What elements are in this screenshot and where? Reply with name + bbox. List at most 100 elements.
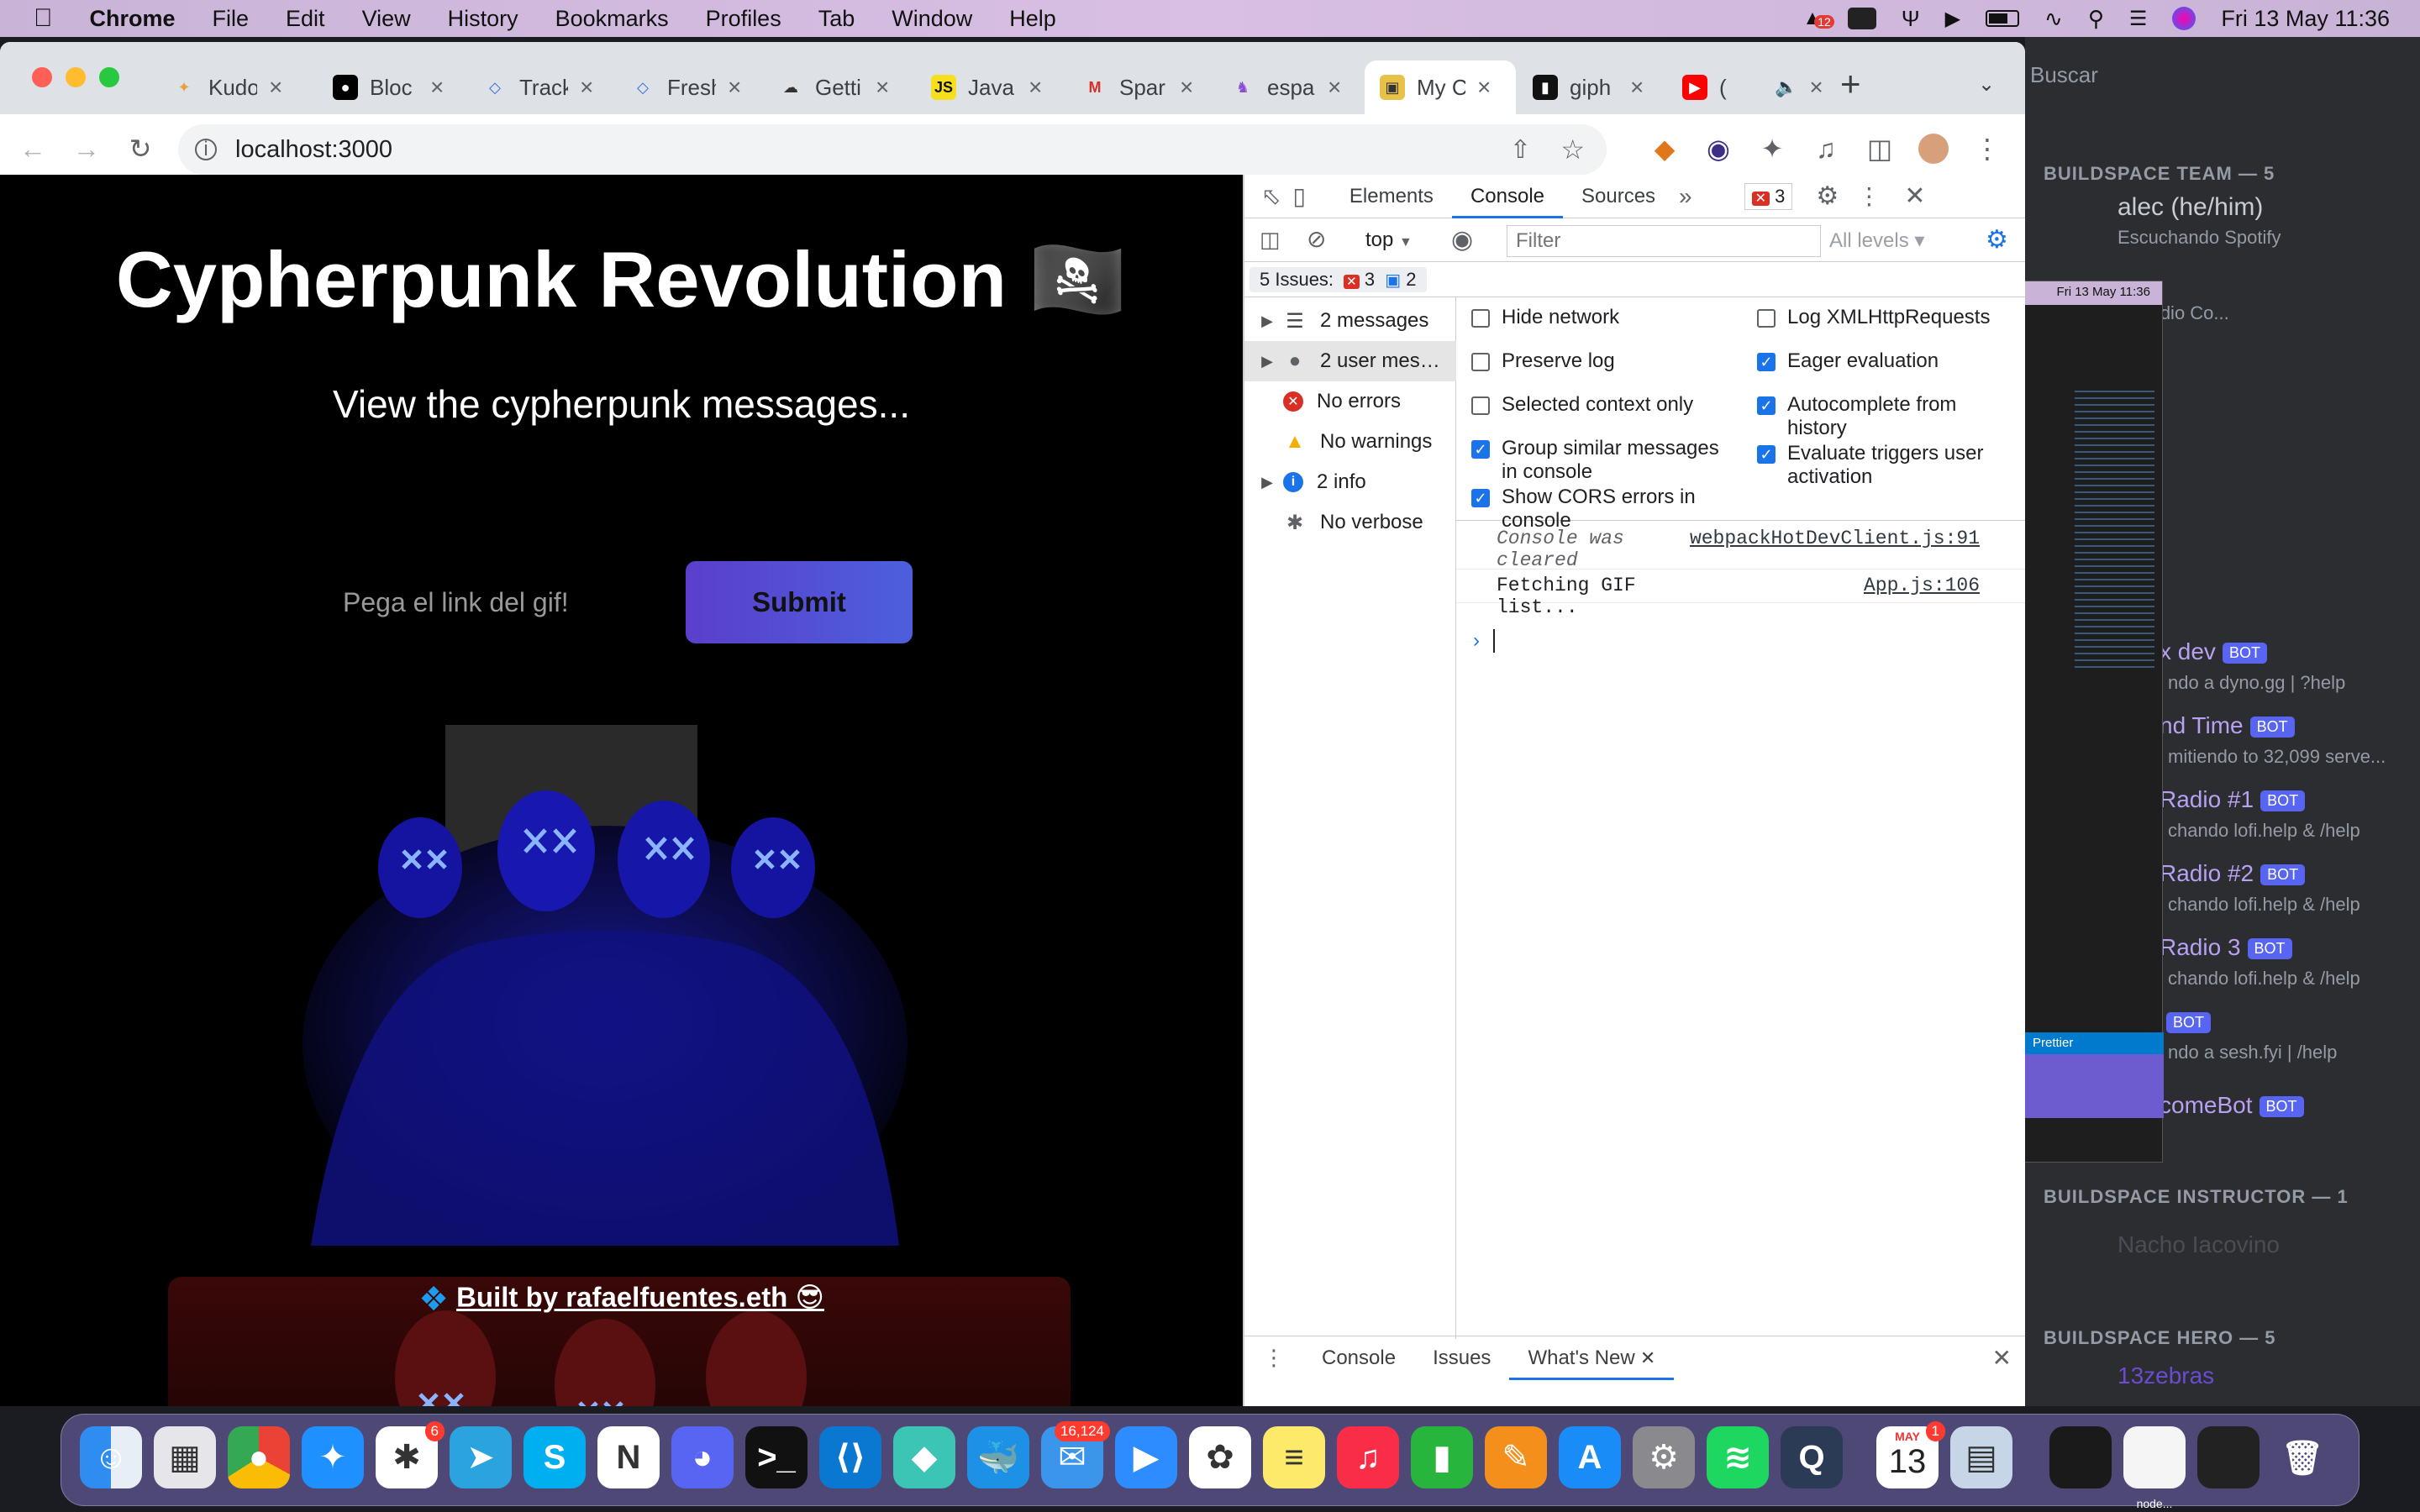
tab-4[interactable]: ☁ Getti × — [763, 60, 911, 114]
launchpad-icon[interactable]: ▦ — [154, 1426, 216, 1488]
back-arrow-icon[interactable]: ← — [13, 129, 52, 168]
side-panel-icon[interactable]: ◫ — [1860, 129, 1899, 168]
preview-icon[interactable]: ▤ — [1950, 1426, 2012, 1488]
member-name[interactable]: 13zebras — [2118, 1362, 2214, 1389]
notes-icon[interactable]: ≡ — [1263, 1426, 1325, 1488]
devtools-menu-icon[interactable]: ⋮ — [1857, 182, 1881, 210]
site-info-icon[interactable]: i — [195, 138, 217, 160]
message-source-link[interactable]: App.js:106 — [1864, 575, 1980, 596]
devtools-tab-sources[interactable]: Sources — [1563, 175, 1674, 218]
control-center-icon[interactable]: ☰ — [2129, 7, 2148, 31]
console-message[interactable]: Fetching GIF list... App.js:106 — [1456, 570, 2025, 618]
quicktime-icon[interactable]: Q — [1781, 1426, 1843, 1488]
console-option[interactable]: Hide network — [1471, 306, 1740, 329]
media-queue-icon[interactable]: ♫ — [1807, 129, 1845, 168]
apple-menu-icon[interactable]:  — [0, 4, 71, 33]
menu-profiles[interactable]: Profiles — [687, 6, 800, 32]
tab-close-icon[interactable]: × — [1809, 74, 1823, 101]
console-settings-icon[interactable]: ⚙ — [1986, 225, 2008, 255]
menu-help[interactable]: Help — [991, 6, 1075, 32]
trash-icon[interactable]: 🗑 — [2271, 1426, 2333, 1488]
tab-close-icon[interactable]: × — [580, 74, 593, 101]
new-tab-button[interactable]: + — [1840, 64, 1861, 104]
checkbox[interactable] — [1757, 309, 1776, 328]
tab-6[interactable]: M Spar × — [1067, 60, 1210, 114]
sidebar-item[interactable]: ▲ No warnings — [1244, 422, 1456, 462]
devtools-tab-console[interactable]: Console — [1451, 175, 1563, 218]
tab-close-icon[interactable]: × — [728, 74, 741, 101]
live-expression-eye-icon[interactable]: ◉ — [1451, 225, 1473, 255]
menu-history[interactable]: History — [429, 6, 537, 32]
console-option[interactable]: ✓ Evaluate triggers user activation — [1757, 442, 2009, 489]
checkbox[interactable]: ✓ — [1757, 445, 1776, 464]
drawer-tab[interactable]: Console — [1303, 1336, 1414, 1380]
error-counter[interactable]: ✕ 3 — [1744, 182, 1793, 210]
chrome-dock-icon[interactable]: ● — [228, 1426, 290, 1488]
docker-icon[interactable]: 🐳 — [967, 1426, 1029, 1488]
footer-link[interactable]: Built by rafaelfuentes.eth 😎 — [456, 1282, 824, 1313]
log-levels-dropdown[interactable]: All levels ▾ — [1829, 228, 1924, 253]
sidebar-item[interactable]: ✕ No errors — [1244, 381, 1456, 422]
inspect-element-icon[interactable]: ⬁ — [1261, 182, 1281, 210]
devtools-tab-elements[interactable]: Elements — [1331, 175, 1452, 218]
minimize-window-button[interactable] — [66, 67, 86, 87]
console-option[interactable]: ✓ Eager evaluation — [1757, 349, 2009, 373]
numbers-icon[interactable]: ▮ — [1411, 1426, 1473, 1488]
drawer-menu-icon[interactable]: ⋮ — [1263, 1345, 1285, 1371]
more-tabs-icon[interactable]: » — [1679, 183, 1692, 210]
battery-icon[interactable] — [1986, 10, 2020, 27]
menu-tab[interactable]: Tab — [800, 6, 874, 32]
close-window-button[interactable] — [32, 67, 52, 87]
devtools-close-icon[interactable]: ✕ — [1904, 181, 1925, 211]
calendar-icon[interactable]: MAY 13 1 — [1876, 1421, 1945, 1488]
tab-8[interactable]: ▣ My C × — [1365, 60, 1516, 114]
tab-close-icon[interactable]: × — [876, 74, 889, 101]
speaker-icon[interactable]: 🔈 — [1775, 76, 1797, 98]
reload-icon[interactable]: ↻ — [121, 129, 160, 168]
tab-close-icon[interactable]: × — [1180, 74, 1193, 101]
discord-bot-member[interactable]: Radio #2 BOT — [2160, 860, 2306, 887]
photos-icon[interactable]: ✿ — [1189, 1426, 1251, 1488]
url-text[interactable]: localhost:3000 — [235, 136, 392, 164]
console-filter-input[interactable] — [1507, 225, 1821, 257]
checkbox[interactable] — [1471, 309, 1490, 328]
telegram-icon[interactable]: ➤ — [450, 1426, 512, 1488]
devtools-settings-icon[interactable]: ⚙ — [1816, 181, 1839, 211]
discord-bot-member[interactable]: BOT — [2160, 1008, 2212, 1035]
cube-icon[interactable]: ◆ — [893, 1426, 955, 1488]
sidebar-item[interactable]: ▶ ☰ 2 messages — [1244, 301, 1456, 341]
play-icon[interactable]: ▶ — [1945, 7, 1960, 31]
message-source-link[interactable]: webpackHotDevClient.js:91 — [1690, 528, 1980, 549]
mail-icon[interactable]: ✉ 16,124 — [1041, 1421, 1110, 1488]
console-option[interactable]: Preserve log — [1471, 349, 1740, 373]
chrome-menu-icon[interactable]: ⋮ — [1968, 129, 2007, 168]
console-option[interactable]: Selected context only — [1471, 393, 1740, 417]
appstore-icon[interactable]: A — [1559, 1426, 1621, 1488]
skype-icon[interactable]: S — [523, 1426, 586, 1488]
sidebar-item[interactable]: ▶ i 2 info — [1244, 462, 1456, 502]
submit-button[interactable]: Submit — [686, 561, 913, 643]
discord-bot-member[interactable]: comeBot BOT — [2160, 1092, 2304, 1119]
tab-search-chevron-icon[interactable]: ⌄ — [1978, 72, 1995, 97]
notion-icon[interactable]: N — [597, 1426, 660, 1488]
forward-arrow-icon[interactable]: → — [67, 129, 106, 168]
tab-close-icon[interactable]: × — [1630, 74, 1644, 101]
pages-icon[interactable]: ✎ — [1485, 1426, 1547, 1488]
sidebar-toggle-icon[interactable]: ◫ — [1260, 227, 1281, 253]
slack-icon[interactable]: ✱ 6 — [376, 1421, 445, 1488]
share-icon[interactable]: ⇧ — [1510, 135, 1531, 165]
spotify-icon[interactable]: ≋ — [1707, 1426, 1769, 1488]
tab-3[interactable]: ◇ Fresh × — [615, 60, 758, 114]
wifi-icon[interactable]: ∿ — [2044, 6, 2063, 32]
menu-edit[interactable]: Edit — [267, 6, 344, 32]
context-selector[interactable]: top ▼ — [1365, 228, 1413, 252]
menu-window[interactable]: Window — [873, 6, 991, 32]
discord-bot-member[interactable]: x dev BOT — [2160, 638, 2267, 665]
console-option[interactable]: ✓ Group similar messages in console — [1471, 437, 1740, 484]
window-thumb-icon[interactable] — [2049, 1426, 2112, 1488]
tab-9[interactable]: ▮ giph × — [1518, 60, 1662, 114]
tab-close-icon[interactable]: × — [1028, 74, 1042, 101]
drawer-close-icon[interactable]: ✕ — [1992, 1344, 2012, 1372]
finder-icon[interactable]: ☺ — [80, 1426, 142, 1488]
vscode-icon[interactable]: ⟨⟩ — [819, 1426, 881, 1488]
